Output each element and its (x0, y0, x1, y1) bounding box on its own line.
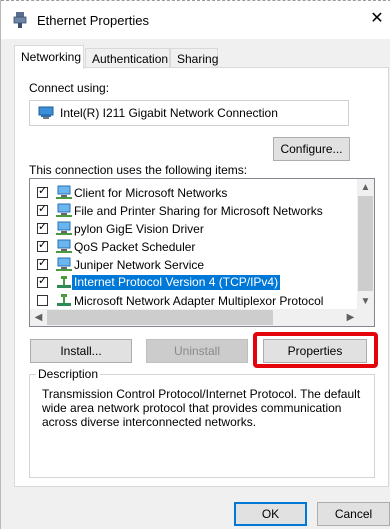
network-service-icon (56, 239, 72, 253)
horizontal-scrollbar[interactable]: ◀ ▶ (30, 309, 359, 326)
item-label: Microsoft Network Adapter Multiplexor Pr… (74, 294, 324, 308)
item-label: Client for Microsoft Networks (74, 186, 228, 200)
item-checkbox[interactable]: ✓ (37, 275, 48, 288)
item-label: QoS Packet Scheduler (74, 240, 196, 254)
item-checkbox[interactable] (37, 295, 48, 306)
tab-sharing[interactable]: Sharing (170, 48, 218, 68)
network-service-icon (56, 203, 72, 217)
item-checkbox[interactable]: ✓ (37, 257, 48, 270)
item-label: Juniper Network Service (74, 258, 205, 272)
list-item[interactable]: ✓ QoS Packet Scheduler (30, 238, 350, 256)
horizontal-scroll-thumb[interactable] (47, 310, 273, 325)
item-label: Internet Protocol Version 4 (TCP/IPv4) (70, 274, 282, 291)
configure-button[interactable]: Configure... (273, 137, 350, 161)
item-checkbox[interactable]: ✓ (37, 221, 48, 234)
title-bar[interactable]: Ethernet Properties ✕ (1, 0, 390, 39)
uninstall-button[interactable]: Uninstall (146, 339, 248, 363)
items-label: This connection uses the following items… (29, 163, 248, 177)
item-label: pylon GigE Vision Driver (74, 222, 204, 236)
scroll-up-icon[interactable]: ▲ (357, 179, 374, 196)
description-legend: Description (36, 367, 101, 381)
scroll-down-icon[interactable]: ▼ (357, 293, 374, 310)
adapter-field: Intel(R) I211 Gigabit Network Connection (29, 100, 349, 126)
item-checkbox[interactable]: ✓ (37, 203, 48, 216)
cancel-button[interactable]: Cancel (317, 502, 390, 526)
vertical-scrollbar[interactable]: ▲ ▼ (357, 179, 374, 310)
tab-authentication[interactable]: Authentication (85, 48, 170, 68)
network-client-icon (56, 185, 72, 199)
tab-networking[interactable]: Networking (14, 45, 84, 69)
network-adapter-icon (13, 12, 27, 28)
items-listbox[interactable]: ✓ Client for Microsoft Networks ✓ File a… (29, 178, 375, 327)
description-text: Transmission Control Protocol/Internet P… (42, 387, 361, 429)
scrollbar-corner (357, 309, 374, 326)
connect-using-label: Connect using: (29, 81, 110, 95)
highlight-annotation-box (253, 332, 378, 368)
driver-icon (56, 221, 72, 235)
network-card-icon (38, 106, 54, 119)
network-service-icon (56, 257, 72, 271)
protocol-icon (57, 294, 71, 306)
list-item[interactable]: Microsoft Network Adapter Multiplexor Pr… (30, 292, 350, 310)
list-item[interactable]: ✓ File and Printer Sharing for Microsoft… (30, 202, 350, 220)
install-button[interactable]: Install... (30, 339, 132, 363)
item-checkbox[interactable]: ✓ (37, 239, 48, 252)
list-item[interactable]: ✓ Juniper Network Service (30, 256, 350, 274)
ok-button[interactable]: OK (234, 502, 307, 526)
window-title: Ethernet Properties (37, 13, 150, 28)
adapter-name: Intel(R) I211 Gigabit Network Connection (60, 106, 278, 120)
list-item[interactable]: ✓ pylon GigE Vision Driver (30, 220, 350, 238)
item-checkbox[interactable]: ✓ (37, 185, 48, 198)
vertical-scroll-thumb[interactable] (358, 196, 373, 291)
ethernet-properties-window: Ethernet Properties ✕ Networking Authent… (0, 0, 390, 529)
scroll-left-icon[interactable]: ◀ (30, 309, 47, 326)
list-item-selected[interactable]: ✓ Internet Protocol Version 4 (TCP/IPv4) (30, 274, 350, 292)
protocol-icon (57, 276, 71, 288)
close-icon[interactable]: ✕ (363, 5, 390, 33)
list-item[interactable]: ✓ Client for Microsoft Networks (30, 184, 350, 202)
item-label: File and Printer Sharing for Microsoft N… (74, 204, 323, 218)
